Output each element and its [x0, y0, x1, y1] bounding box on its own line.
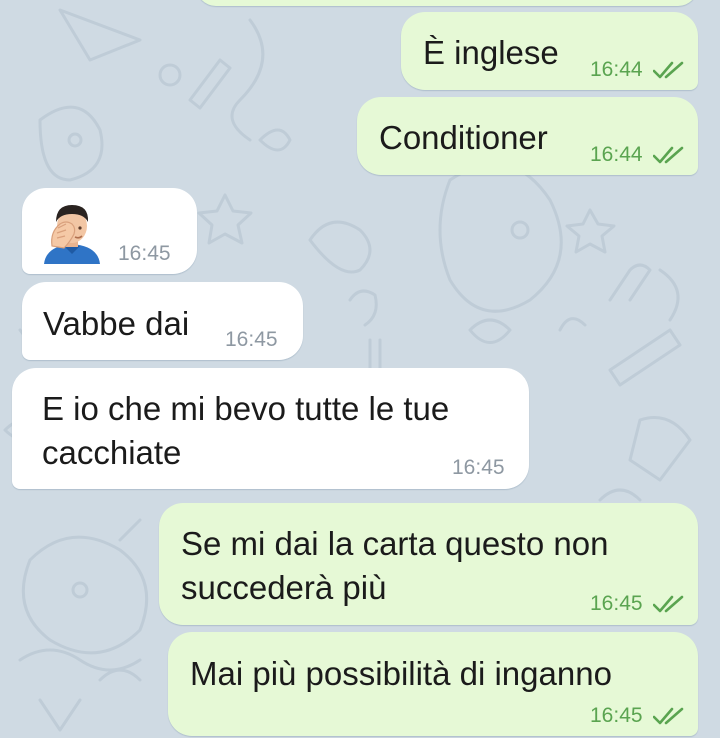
face-palm-man-emoji [44, 205, 100, 264]
outgoing-message-bubble[interactable]: Se mi dai la carta questo non succederà … [159, 503, 698, 625]
message-time: 16:45 [590, 592, 643, 615]
message-text: Vabbe dai [43, 305, 190, 342]
outgoing-message-bubble[interactable]: È inglese 16:44 [401, 12, 698, 90]
message-time: 16:45 [590, 704, 643, 727]
incoming-message-bubble[interactable]: 16:45 [22, 188, 197, 274]
double-check-icon [653, 146, 684, 164]
message-time: 16:44 [590, 143, 643, 166]
double-check-icon [653, 61, 684, 79]
message-text: E io che mi bevo tutte le tue cacchiate [42, 390, 450, 471]
message-time: 16:45 [118, 242, 171, 265]
message-text: Conditioner [379, 119, 548, 156]
double-check-icon [653, 707, 684, 725]
outgoing-message-bubble[interactable]: Conditioner 16:44 [357, 97, 698, 175]
message-text: È inglese [423, 34, 559, 71]
message-time: 16:45 [225, 328, 278, 351]
incoming-message-bubble[interactable]: E io che mi bevo tutte le tue cacchiate … [12, 368, 529, 489]
double-check-icon [653, 595, 684, 613]
incoming-message-bubble[interactable]: Vabbe dai 16:45 [22, 282, 303, 360]
previous-message-bubble-edge [196, 0, 698, 6]
message-time: 16:44 [590, 58, 643, 81]
message-text: Mai più possibilità di inganno [190, 655, 612, 692]
message-time: 16:45 [452, 456, 505, 479]
message-text: Se mi dai la carta questo non succederà … [181, 525, 609, 606]
outgoing-message-bubble[interactable]: Mai più possibilità di inganno 16:45 [168, 632, 698, 736]
